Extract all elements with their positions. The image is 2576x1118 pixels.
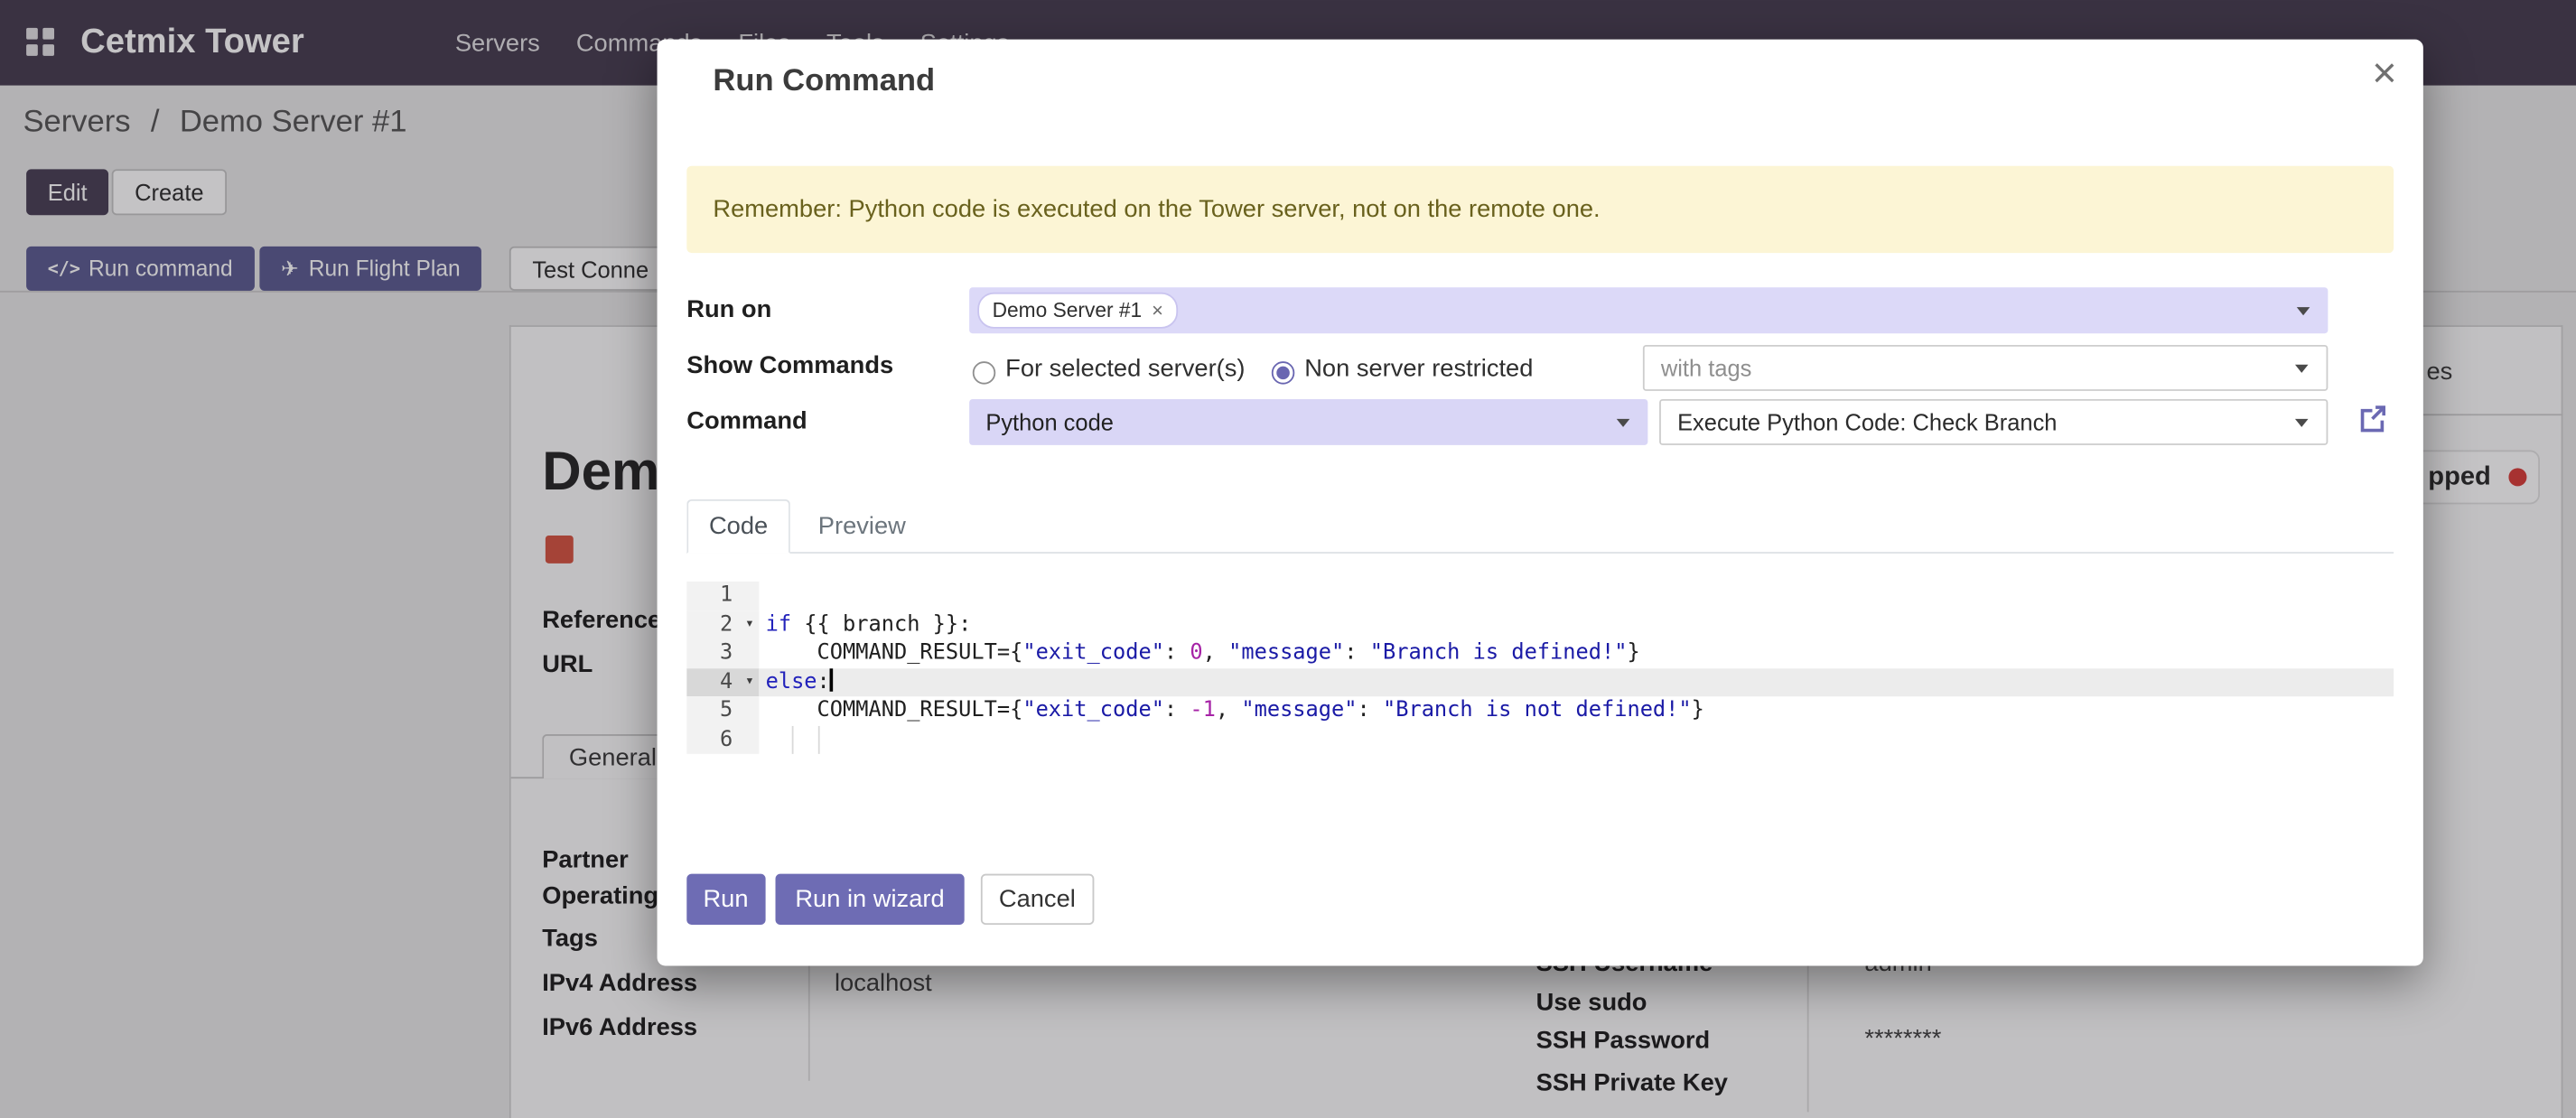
- tabs-underline: [686, 552, 2394, 554]
- run-command-modal: Run Command × Remember: Python code is e…: [658, 40, 2423, 966]
- code-token-plain: }: [1627, 640, 1639, 665]
- gutter-line-number[interactable]: 3: [686, 639, 759, 668]
- code-line-content[interactable]: COMMAND_RESULT={"exit_code": 0, "message…: [759, 639, 2394, 668]
- code-line-content[interactable]: else:: [759, 667, 2394, 696]
- server-tag-label: Demo Server #1: [993, 299, 1143, 321]
- code-token-plain: COMMAND_RESULT={: [766, 698, 1023, 722]
- command-value: Execute Python Code: Check Branch: [1677, 409, 2057, 435]
- server-tag-chip: Demo Server #1 ×: [977, 293, 1178, 329]
- run-button[interactable]: Run: [686, 874, 764, 925]
- chevron-down-icon: [1617, 419, 1630, 427]
- code-line-content[interactable]: [759, 582, 2394, 610]
- indent-guide: [818, 725, 820, 754]
- command-type-value: Python code: [985, 409, 1114, 435]
- code-token-plain: ,: [1203, 640, 1228, 665]
- cancel-button[interactable]: Cancel: [981, 874, 1094, 925]
- tags-filter-select[interactable]: with tags: [1643, 345, 2328, 391]
- command-type-select[interactable]: Python code: [969, 399, 1647, 445]
- fold-icon[interactable]: ▾: [745, 667, 754, 696]
- editor-line-4[interactable]: 4▾else:: [686, 667, 2394, 696]
- code-editor[interactable]: 12▾if {{ branch }}:3 COMMAND_RESULT={"ex…: [686, 582, 2394, 754]
- tags-filter-placeholder: with tags: [1661, 355, 1751, 381]
- code-line-content[interactable]: [759, 725, 2394, 754]
- editor-line-6[interactable]: 6: [686, 725, 2394, 754]
- code-token-keyword: if: [766, 612, 791, 637]
- code-token-plain: :: [1164, 698, 1190, 722]
- code-token-plain: {{ branch }}:: [791, 612, 971, 637]
- modal-tabs: Code Preview: [686, 499, 933, 554]
- code-token-plain: :: [1344, 640, 1369, 665]
- code-token-keyword: else: [766, 669, 817, 694]
- warning-alert: Remember: Python code is executed on the…: [686, 166, 2394, 253]
- code-token-plain: :: [1164, 640, 1190, 665]
- radio-for-selected-servers[interactable]: [973, 361, 995, 384]
- tab-code[interactable]: Code: [686, 499, 790, 554]
- gutter-line-number[interactable]: 6: [686, 725, 759, 754]
- external-link-icon[interactable]: [2356, 403, 2388, 435]
- gutter-line-number[interactable]: 2▾: [686, 610, 759, 639]
- code-token-plain: :: [1358, 698, 1383, 722]
- radio-for-selected-servers-label[interactable]: For selected server(s): [1005, 355, 1245, 383]
- remove-tag-icon[interactable]: ×: [1152, 299, 1163, 321]
- code-token-string: "exit_code": [1022, 640, 1164, 665]
- command-select[interactable]: Execute Python Code: Check Branch: [1659, 399, 2328, 445]
- code-token-plain: }: [1692, 698, 1704, 722]
- chevron-down-icon: [2295, 365, 2309, 373]
- run-on-label: Run on: [686, 295, 771, 323]
- run-in-wizard-button[interactable]: Run in wizard: [776, 874, 965, 925]
- editor-line-2[interactable]: 2▾if {{ branch }}:: [686, 610, 2394, 639]
- gutter-line-number[interactable]: 5: [686, 696, 759, 725]
- show-commands-label: Show Commands: [686, 351, 893, 379]
- editor-line-1[interactable]: 1: [686, 582, 2394, 610]
- code-token-string: "Branch is not defined!": [1383, 698, 1692, 722]
- code-token-string: "message": [1241, 698, 1357, 722]
- code-token-string: "exit_code": [1022, 698, 1164, 722]
- code-token-number: -1: [1190, 698, 1215, 722]
- fold-icon[interactable]: ▾: [745, 610, 754, 639]
- code-token-number: 0: [1190, 640, 1202, 665]
- code-line-content[interactable]: COMMAND_RESULT={"exit_code": -1, "messag…: [759, 696, 2394, 725]
- gutter-line-number[interactable]: 4▾: [686, 667, 759, 696]
- code-token-plain: :: [817, 669, 830, 694]
- gutter-line-number[interactable]: 1: [686, 582, 759, 610]
- run-on-field[interactable]: Demo Server #1 ×: [969, 287, 2328, 333]
- code-token-string: "message": [1228, 640, 1344, 665]
- code-token-string: "Branch is defined!": [1370, 640, 1628, 665]
- code-line-content[interactable]: if {{ branch }}:: [759, 610, 2394, 639]
- indent-guide: [792, 725, 794, 754]
- chevron-down-icon: [2297, 307, 2310, 315]
- command-label: Command: [686, 407, 807, 435]
- code-token-plain: ,: [1216, 698, 1241, 722]
- chevron-down-icon: [2295, 419, 2309, 427]
- radio-non-server-restricted-label[interactable]: Non server restricted: [1304, 355, 1533, 383]
- editor-line-3[interactable]: 3 COMMAND_RESULT={"exit_code": 0, "messa…: [686, 639, 2394, 668]
- editor-line-5[interactable]: 5 COMMAND_RESULT={"exit_code": -1, "mess…: [686, 696, 2394, 725]
- radio-non-server-restricted[interactable]: [1272, 361, 1294, 384]
- text-cursor: [830, 667, 834, 690]
- modal-title: Run Command: [713, 64, 935, 100]
- close-icon[interactable]: ×: [2372, 51, 2397, 93]
- code-token-plain: COMMAND_RESULT={: [766, 640, 1023, 665]
- tab-preview[interactable]: Preview: [790, 499, 934, 554]
